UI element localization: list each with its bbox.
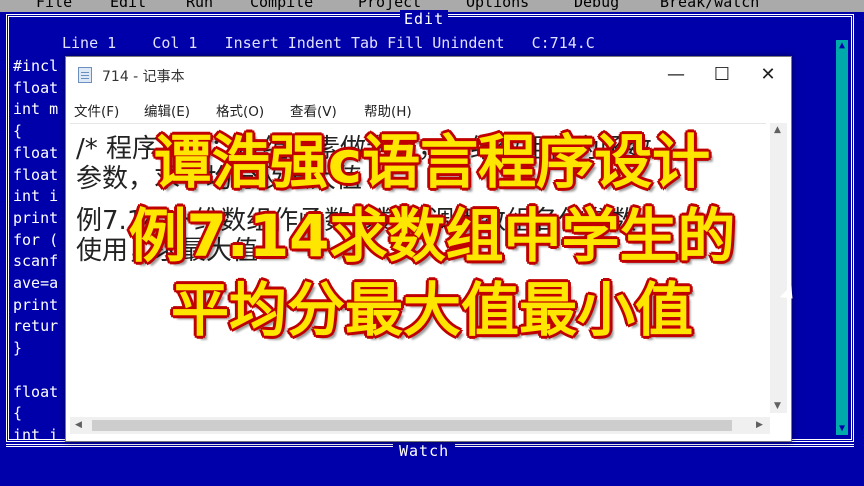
code-line: float	[13, 382, 59, 401]
status-modes: Insert Indent Tab Fill Unindent	[224, 34, 505, 52]
np-menu-view[interactable]: 查看(V)	[290, 100, 337, 120]
menu-break-watch[interactable]: Break/watch	[660, 0, 759, 11]
watch-window-title: Watch	[393, 442, 456, 460]
notepad-horizontal-scrollbar[interactable]: ◀ ▶	[70, 417, 770, 434]
notepad-menubar: 文件(F) 编辑(E) 格式(O) 查看(V) 帮助(H)	[66, 95, 791, 121]
code-line: #incl	[13, 57, 59, 75]
overlay-caption-line3: 平均分最大值最小值	[170, 276, 693, 344]
menu-file[interactable]: File	[36, 0, 72, 11]
notepad-titlebar[interactable]: 714 - 记事本 — ☐ ✕	[66, 57, 791, 93]
status-file: C:714.C	[531, 34, 595, 52]
menu-options[interactable]: Options	[466, 0, 529, 11]
editor-status-line: Line 1 Col 1 Insert Indent Tab Fill Unin…	[62, 32, 782, 54]
code-line: int m	[13, 100, 59, 119]
np-menu-edit[interactable]: 编辑(E)	[144, 100, 190, 120]
scroll-down-arrow-icon[interactable]: ▼	[836, 423, 848, 435]
status-col: Col 1	[152, 34, 198, 52]
scroll-up-arrow-icon[interactable]: ▲	[836, 40, 848, 52]
np-menu-help[interactable]: 帮助(H)	[364, 100, 412, 120]
menu-run[interactable]: Run	[186, 0, 213, 11]
code-line: {	[13, 404, 23, 423]
overlay-caption-line2: 例7.14求数组中学生的	[128, 202, 736, 270]
edit-window-title: Edit	[400, 10, 449, 28]
np-scroll-down-icon[interactable]: ▼	[774, 401, 781, 411]
np-menu-format[interactable]: 格式(O)	[216, 100, 264, 120]
status-line: Line 1	[62, 34, 117, 52]
maximize-icon[interactable]: ☐	[699, 57, 745, 93]
overlay-caption-line1: 谭浩强c语言程序设计	[153, 128, 711, 196]
menu-compile[interactable]: Compile	[250, 0, 313, 11]
np-hscroll-thumb[interactable]	[92, 420, 732, 431]
np-menu-file[interactable]: 文件(F)	[74, 100, 119, 120]
np-scroll-right-icon[interactable]: ▶	[756, 420, 763, 430]
np-scroll-left-icon[interactable]: ◀	[75, 420, 82, 430]
minimize-icon[interactable]: —	[653, 57, 699, 93]
menu-debug[interactable]: Debug	[574, 0, 619, 11]
code-line: float	[13, 78, 59, 97]
notepad-title: 714 - 记事本	[102, 69, 185, 85]
close-icon[interactable]: ✕	[745, 57, 791, 93]
code-line: }	[13, 339, 23, 358]
menu-edit[interactable]: Edit	[110, 0, 146, 11]
notepad-icon	[78, 67, 92, 83]
